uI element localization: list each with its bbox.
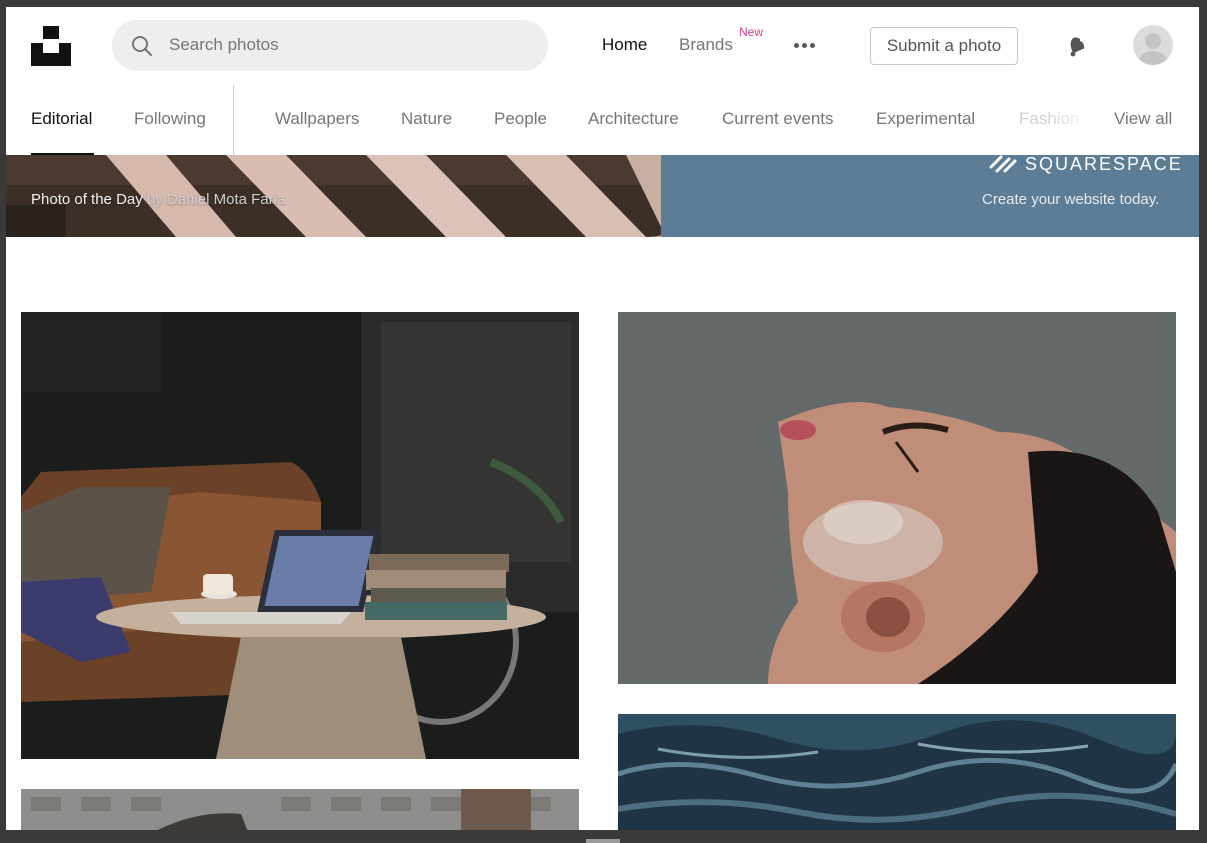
tab-view-all[interactable]: View all xyxy=(1114,109,1172,129)
photo-laptop-living-room[interactable] xyxy=(21,312,579,759)
tab-following[interactable]: Following xyxy=(134,109,206,129)
nav-brands-link[interactable]: Brands xyxy=(679,35,733,55)
ad-tagline[interactable]: Create your website today. xyxy=(982,191,1159,208)
hero-banner: Photo of the Day by Daniel Mota Faria SQ… xyxy=(6,155,1199,237)
unsplash-logo[interactable] xyxy=(31,26,71,66)
topic-tabs: Editorial Following Wallpapers Nature Pe… xyxy=(6,85,1199,155)
bell-icon[interactable] xyxy=(1064,31,1090,59)
avatar[interactable] xyxy=(1133,25,1173,65)
caption-prefix: Photo of the Day xyxy=(31,191,143,208)
tabs-fade-overlay xyxy=(1046,85,1104,155)
tab-wallpapers[interactable]: Wallpapers xyxy=(275,109,359,129)
tab-architecture[interactable]: Architecture xyxy=(588,109,679,129)
squarespace-brand[interactable]: SQUARESPACE xyxy=(987,155,1183,174)
tab-people[interactable]: People xyxy=(494,109,547,129)
tab-current-events[interactable]: Current events xyxy=(722,109,834,129)
browser-window: Search photos Home Brands New Submit a p… xyxy=(6,7,1199,830)
more-icon[interactable] xyxy=(792,37,818,53)
squarespace-logo xyxy=(989,155,1017,173)
top-header: Search photos Home Brands New Submit a p… xyxy=(6,7,1199,85)
search-bar[interactable]: Search photos xyxy=(112,20,548,71)
window-resize-handle[interactable] xyxy=(586,839,620,843)
photo-of-the-day-caption[interactable]: Photo of the Day by Daniel Mota Faria xyxy=(31,191,285,208)
caption-by: by xyxy=(146,191,163,208)
photo-water-surface[interactable] xyxy=(618,714,1176,830)
tab-experimental[interactable]: Experimental xyxy=(876,109,975,129)
submit-photo-button[interactable]: Submit a photo xyxy=(870,27,1018,65)
search-icon[interactable] xyxy=(130,34,154,58)
avatar-placeholder-icon xyxy=(1139,33,1167,65)
squarespace-wordmark: SQUARESPACE xyxy=(1025,155,1183,174)
caption-author[interactable]: Daniel Mota Faria xyxy=(167,191,285,208)
photo-woman-glitter[interactable] xyxy=(618,312,1176,684)
tab-editorial[interactable]: Editorial xyxy=(31,109,92,129)
tabs-divider xyxy=(233,85,234,155)
tab-nature[interactable]: Nature xyxy=(401,109,452,129)
new-badge: New xyxy=(739,25,764,39)
nav-home-link[interactable]: Home xyxy=(602,35,647,55)
search-input[interactable]: Search photos xyxy=(169,35,279,55)
photo-building[interactable] xyxy=(21,789,579,830)
